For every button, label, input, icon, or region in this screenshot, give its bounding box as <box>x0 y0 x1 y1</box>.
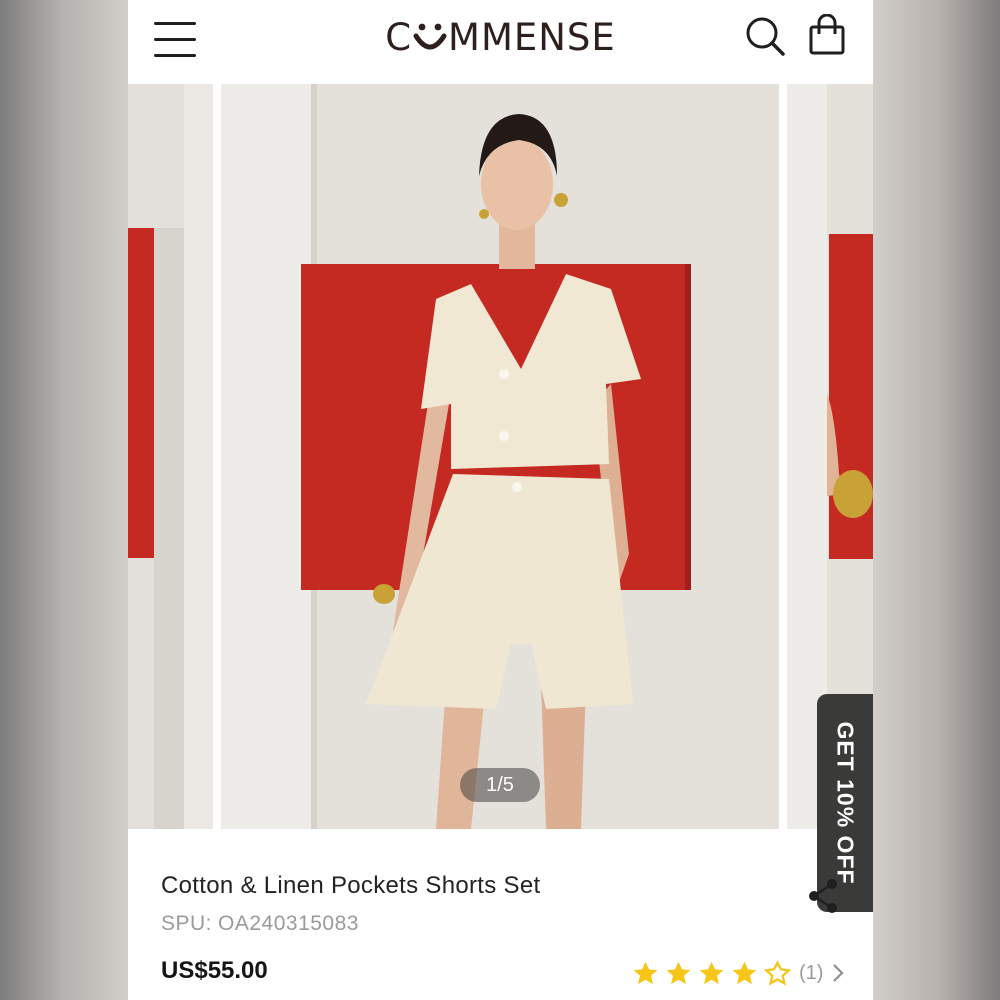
star-filled-icon <box>666 961 691 984</box>
hamburger-menu-icon[interactable] <box>154 18 198 60</box>
star-filled-icon <box>699 961 724 984</box>
chevron-right-icon <box>833 964 845 982</box>
mobile-page: C MMENSE 1/5 GET 10% OFF Cotton & Linen … <box>128 0 873 1000</box>
spu-label: SPU: <box>161 912 213 935</box>
product-image-carousel[interactable]: 1/5 <box>128 84 873 829</box>
product-spu: SPU: OA240315083 <box>161 912 359 936</box>
rating-summary[interactable]: (1) <box>632 958 845 988</box>
star-filled-icon <box>732 961 757 984</box>
star-outline-icon <box>764 959 791 986</box>
review-count: (1) <box>799 961 824 984</box>
brand-logo[interactable]: C MMENSE <box>328 16 673 60</box>
product-title: Cotton & Linen Pockets Shorts Set <box>161 872 541 899</box>
logo-letters-mmense: MMENSE <box>448 16 616 59</box>
image-pager-indicator: 1/5 <box>460 768 540 802</box>
model-photo <box>221 84 779 829</box>
star-filled-icon <box>633 961 658 984</box>
promo-tab-label: GET 10% OFF <box>832 721 859 885</box>
previous-slide-photo <box>128 84 213 829</box>
main-product-image[interactable] <box>221 84 779 829</box>
site-header: C MMENSE <box>128 0 873 84</box>
share-icon[interactable] <box>804 876 844 916</box>
previous-slide-image[interactable] <box>128 84 213 829</box>
logo-letter-c: C <box>385 16 413 59</box>
shopping-bag-icon[interactable] <box>808 14 846 56</box>
logo-smile-o-icon <box>413 23 447 50</box>
search-icon[interactable] <box>744 15 786 57</box>
product-price: US$55.00 <box>161 957 268 984</box>
spu-value: OA240315083 <box>218 912 359 935</box>
